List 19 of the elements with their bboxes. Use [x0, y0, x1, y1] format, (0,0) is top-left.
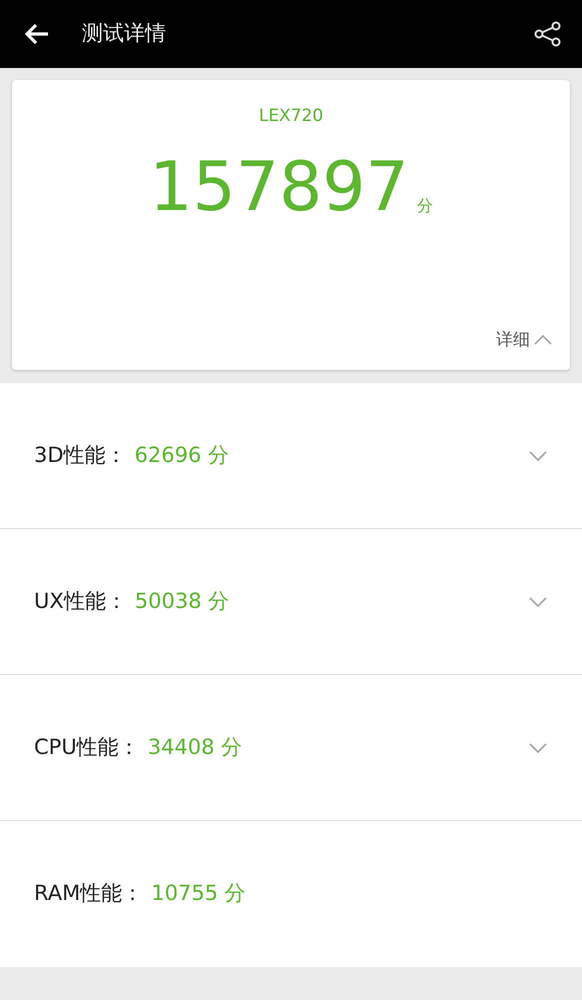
category-score: 50038 分 [134, 588, 230, 615]
chevron-down-icon [528, 742, 548, 754]
total-score: 157897 [149, 154, 409, 222]
chevron-up-icon [533, 334, 553, 346]
device-name: LEX720 [258, 105, 324, 128]
category-score: 10755 分 [151, 880, 246, 908]
chevron-down-icon [528, 450, 548, 462]
category-label: RAM性能： [34, 880, 144, 908]
chevron-down-icon [528, 596, 548, 608]
category-label: CPU性能： [34, 734, 140, 761]
score-unit: 分 [416, 194, 433, 216]
category-score: 62696 分 [134, 442, 230, 469]
share-icon[interactable] [534, 21, 562, 47]
screen-title: 测试详情 [81, 20, 166, 48]
category-score: 34408 分 [148, 734, 242, 761]
category-label: 3D性能： [34, 442, 127, 469]
details-toggle[interactable]: 详细 [495, 326, 554, 354]
back-icon[interactable] [24, 23, 50, 45]
category-label: UX性能： [34, 588, 127, 615]
